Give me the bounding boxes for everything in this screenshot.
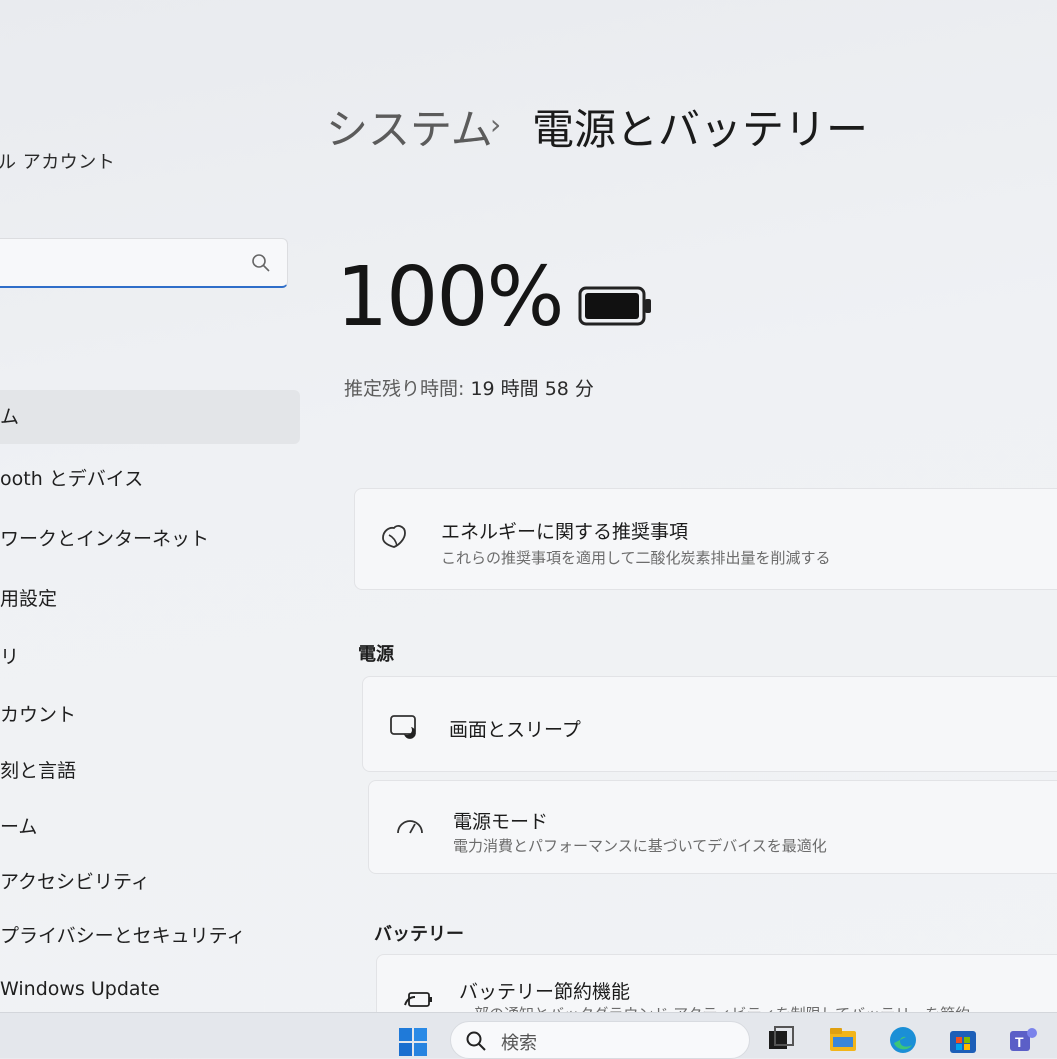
card-title: 画面とスリープ [449,719,581,741]
sidebar-item-label: プライバシーとセキュリティ [0,925,246,947]
energy-recommendations-card[interactable]: エネルギーに関する推奨事項 これらの推奨事項を適用して二酸化炭素排出量を削減する [354,488,1057,590]
card-title: バッテリー節約機能 [459,981,631,1003]
edge-icon[interactable] [888,1025,918,1055]
card-title: エネルギーに関する推奨事項 [441,521,689,543]
sidebar-item-time-language[interactable]: 刻と言語 [0,744,300,798]
windows-start-icon[interactable] [398,1027,428,1057]
sidebar-item-system[interactable]: ム [0,390,300,444]
screen-sleep-card[interactable]: 画面とスリープ [362,676,1057,772]
file-explorer-icon[interactable] [828,1025,858,1055]
remaining-time: 推定残り時間: 19 時間 58 分 [344,374,594,401]
gauge-icon [397,820,423,834]
sidebar-item-label: 用設定 [0,588,58,610]
taskbar: 検索 T [0,1012,1057,1059]
sidebar-item-accessibility[interactable]: アクセシビリティ [0,855,300,909]
sidebar-item-personalization[interactable]: 用設定 [0,572,300,626]
sidebar-item-label: アクセシビリティ [0,871,150,893]
sidebar-item-label: Windows Update [0,978,160,1000]
sidebar-item-windows-update[interactable]: Windows Update [0,962,300,1016]
sidebar-item-privacy-security[interactable]: プライバシーとセキュリティ [0,909,300,963]
section-title-power: 電源 [358,644,394,665]
section-title-battery: バッテリー [374,924,464,945]
sidebar-item-label: ooth とデバイス [0,468,144,490]
battery-percentage: 100% [336,250,564,345]
card-subtitle: 電力消費とパフォーマンスに基づいてデバイスを最適化 [453,837,827,855]
leaf-icon [382,525,406,548]
store-icon[interactable] [948,1025,978,1055]
breadcrumb-separator: › [490,108,502,141]
sidebar-item-label: ーム [0,816,38,838]
user-account-name: ル アカウント [0,152,116,173]
sidebar: ル アカウント ム ooth とデバイス ワークとインターネット 用設定 リ カ… [0,0,300,1015]
sidebar-item-label: ム [0,406,20,428]
power-mode-card[interactable]: 電源モード 電力消費とパフォーマンスに基づいてデバイスを最適化 [368,780,1057,874]
sidebar-item-bluetooth-devices[interactable]: ooth とデバイス [0,452,300,506]
sidebar-item-network-internet[interactable]: ワークとインターネット [0,512,300,566]
taskbar-search-label: 検索 [501,1033,537,1054]
task-view-icon[interactable] [766,1025,796,1055]
settings-search-input[interactable] [0,238,288,288]
sidebar-item-label: 刻と言語 [0,760,77,782]
card-title: 電源モード [453,811,549,833]
taskbar-search-box[interactable]: 検索 [450,1021,750,1059]
sidebar-item-gaming[interactable]: ーム [0,800,300,854]
battery-full-icon [578,286,651,326]
search-icon [466,1031,486,1051]
remaining-time-label: 推定残り時間: [344,378,465,400]
page-title: 電源とバッテリー [532,105,869,154]
sidebar-item-label: カウント [0,704,77,726]
sidebar-item-apps[interactable]: リ [0,630,300,684]
sidebar-item-accounts[interactable]: カウント [0,688,300,742]
breadcrumb-parent[interactable]: システム [326,96,493,157]
sidebar-item-label: ワークとインターネット [0,528,210,550]
remaining-time-value: 19 時間 58 分 [470,378,594,400]
svg-text:T: T [1015,1034,1024,1050]
teams-icon[interactable]: T [1008,1025,1038,1055]
screen-sleep-icon [390,715,416,739]
search-icon [252,254,270,272]
sidebar-item-label: リ [0,646,20,668]
card-subtitle: これらの推奨事項を適用して二酸化炭素排出量を削減する [441,549,831,567]
